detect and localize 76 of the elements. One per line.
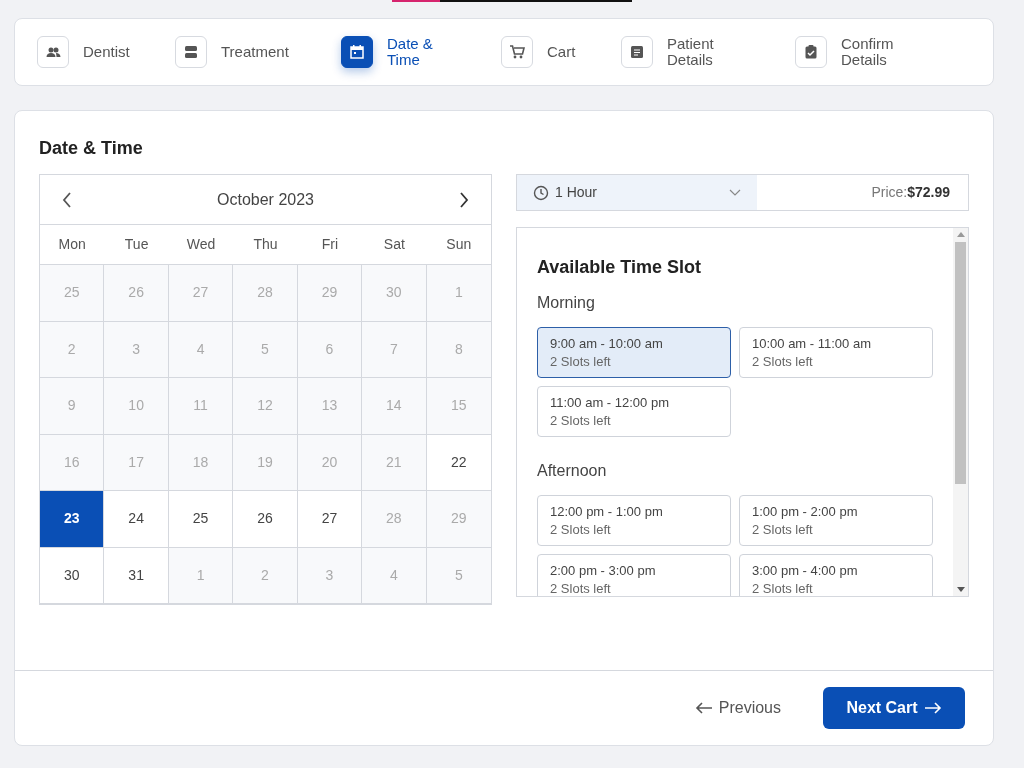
day-cell[interactable]: 30	[362, 265, 427, 322]
day-cell[interactable]: 11	[168, 378, 234, 435]
day-cell[interactable]: 21	[362, 434, 427, 491]
day-cell[interactable]: 15	[426, 378, 491, 435]
calendar-icon	[349, 44, 365, 60]
month-title: October 2023	[217, 189, 314, 210]
day-cell[interactable]: 7	[362, 321, 427, 378]
day-cell[interactable]: 10	[104, 378, 169, 435]
cart-icon	[509, 44, 525, 60]
day-cell[interactable]: 1	[426, 265, 491, 322]
day-cell[interactable]: 29	[297, 265, 363, 322]
day-cell[interactable]: 5	[426, 547, 491, 604]
day-cell[interactable]: 26	[104, 265, 169, 322]
day-cell[interactable]: 20	[297, 434, 363, 491]
next-button[interactable]: Next Cart	[823, 687, 965, 729]
day-cell[interactable]: 9	[40, 378, 105, 435]
day-cell[interactable]: 28	[362, 491, 427, 548]
arrow-left-icon	[694, 702, 713, 714]
price-label: Price:	[871, 183, 908, 202]
day-cell[interactable]: 29	[426, 491, 491, 548]
day-cell[interactable]: 2	[233, 547, 298, 604]
time-slot-button[interactable]: 11:00 am - 12:00 pm 2 Slots left	[537, 386, 731, 437]
clipboard-check-icon	[803, 44, 819, 60]
step-tab[interactable]: Treatment	[175, 36, 341, 68]
price-value: $72.99	[907, 183, 950, 202]
slots-title: Available Time Slot	[537, 256, 703, 279]
day-cell[interactable]: 27	[297, 491, 363, 548]
previous-button[interactable]: Previous	[688, 695, 787, 721]
chevron-down-icon	[729, 188, 741, 197]
day-cell[interactable]: 16	[40, 434, 105, 491]
day-cell[interactable]: 3	[297, 547, 363, 604]
day-cell[interactable]: 23	[40, 491, 105, 548]
clock-icon	[533, 184, 549, 201]
time-slot-button[interactable]: 12:00 pm - 1:00 pm 2 Slots left	[537, 495, 731, 546]
day-cell[interactable]: 5	[233, 321, 298, 378]
day-cell[interactable]: 3	[104, 321, 169, 378]
day-cell[interactable]: 27	[168, 265, 234, 322]
day-cell[interactable]: 12	[233, 378, 298, 435]
day-cell[interactable]: 8	[426, 321, 491, 378]
day-cell[interactable]: 4	[168, 321, 234, 378]
step-tab[interactable]: Dentist	[37, 36, 175, 68]
day-cell[interactable]: 13	[297, 378, 363, 435]
day-cell[interactable]: 17	[104, 434, 169, 491]
day-cell[interactable]: 30	[40, 547, 105, 604]
document-icon	[629, 44, 645, 60]
day-cell[interactable]: 25	[168, 491, 234, 548]
scroll-up-icon[interactable]	[956, 232, 965, 238]
day-cell[interactable]: 6	[297, 321, 363, 378]
server-icon	[183, 44, 199, 60]
slot-group-title: Afternoon	[537, 461, 608, 481]
day-cell[interactable]: 26	[233, 491, 298, 548]
day-cell[interactable]: 2	[40, 321, 105, 378]
scroll-down-icon[interactable]	[956, 586, 965, 592]
time-slot-button[interactable]: 10:00 am - 11:00 am 2 Slots left	[739, 327, 933, 378]
time-slot-button[interactable]: 3:00 pm - 4:00 pm 2 Slots left	[739, 554, 933, 596]
time-slot-button[interactable]: 2:00 pm - 3:00 pm 2 Slots left	[537, 554, 731, 596]
day-cell[interactable]: 1	[168, 547, 234, 604]
day-cell[interactable]: 14	[362, 378, 427, 435]
step-tab[interactable]: Confirm Details	[795, 36, 955, 68]
day-cell[interactable]: 18	[168, 434, 234, 491]
step-tab[interactable]: Patient Details	[621, 36, 795, 68]
slot-group-title: Morning	[537, 293, 596, 313]
arrow-right-icon	[923, 702, 942, 714]
step-tab[interactable]: Cart	[501, 36, 621, 68]
day-cell[interactable]: 24	[104, 491, 169, 548]
time-slot-button[interactable]: 9:00 am - 10:00 am 2 Slots left	[537, 327, 731, 378]
day-cell[interactable]: 25	[40, 265, 105, 322]
day-cell[interactable]: 4	[362, 547, 427, 604]
scrollbar[interactable]	[953, 228, 968, 596]
duration-select[interactable]: 1 Hour	[517, 175, 757, 210]
day-cell[interactable]: 31	[104, 547, 169, 604]
day-cell[interactable]: 28	[233, 265, 298, 322]
section-title: Date & Time	[39, 137, 144, 160]
time-slot-button[interactable]: 1:00 pm - 2:00 pm 2 Slots left	[739, 495, 933, 546]
day-cell[interactable]: 19	[233, 434, 298, 491]
step-tab[interactable]: Date & Time	[341, 36, 501, 68]
